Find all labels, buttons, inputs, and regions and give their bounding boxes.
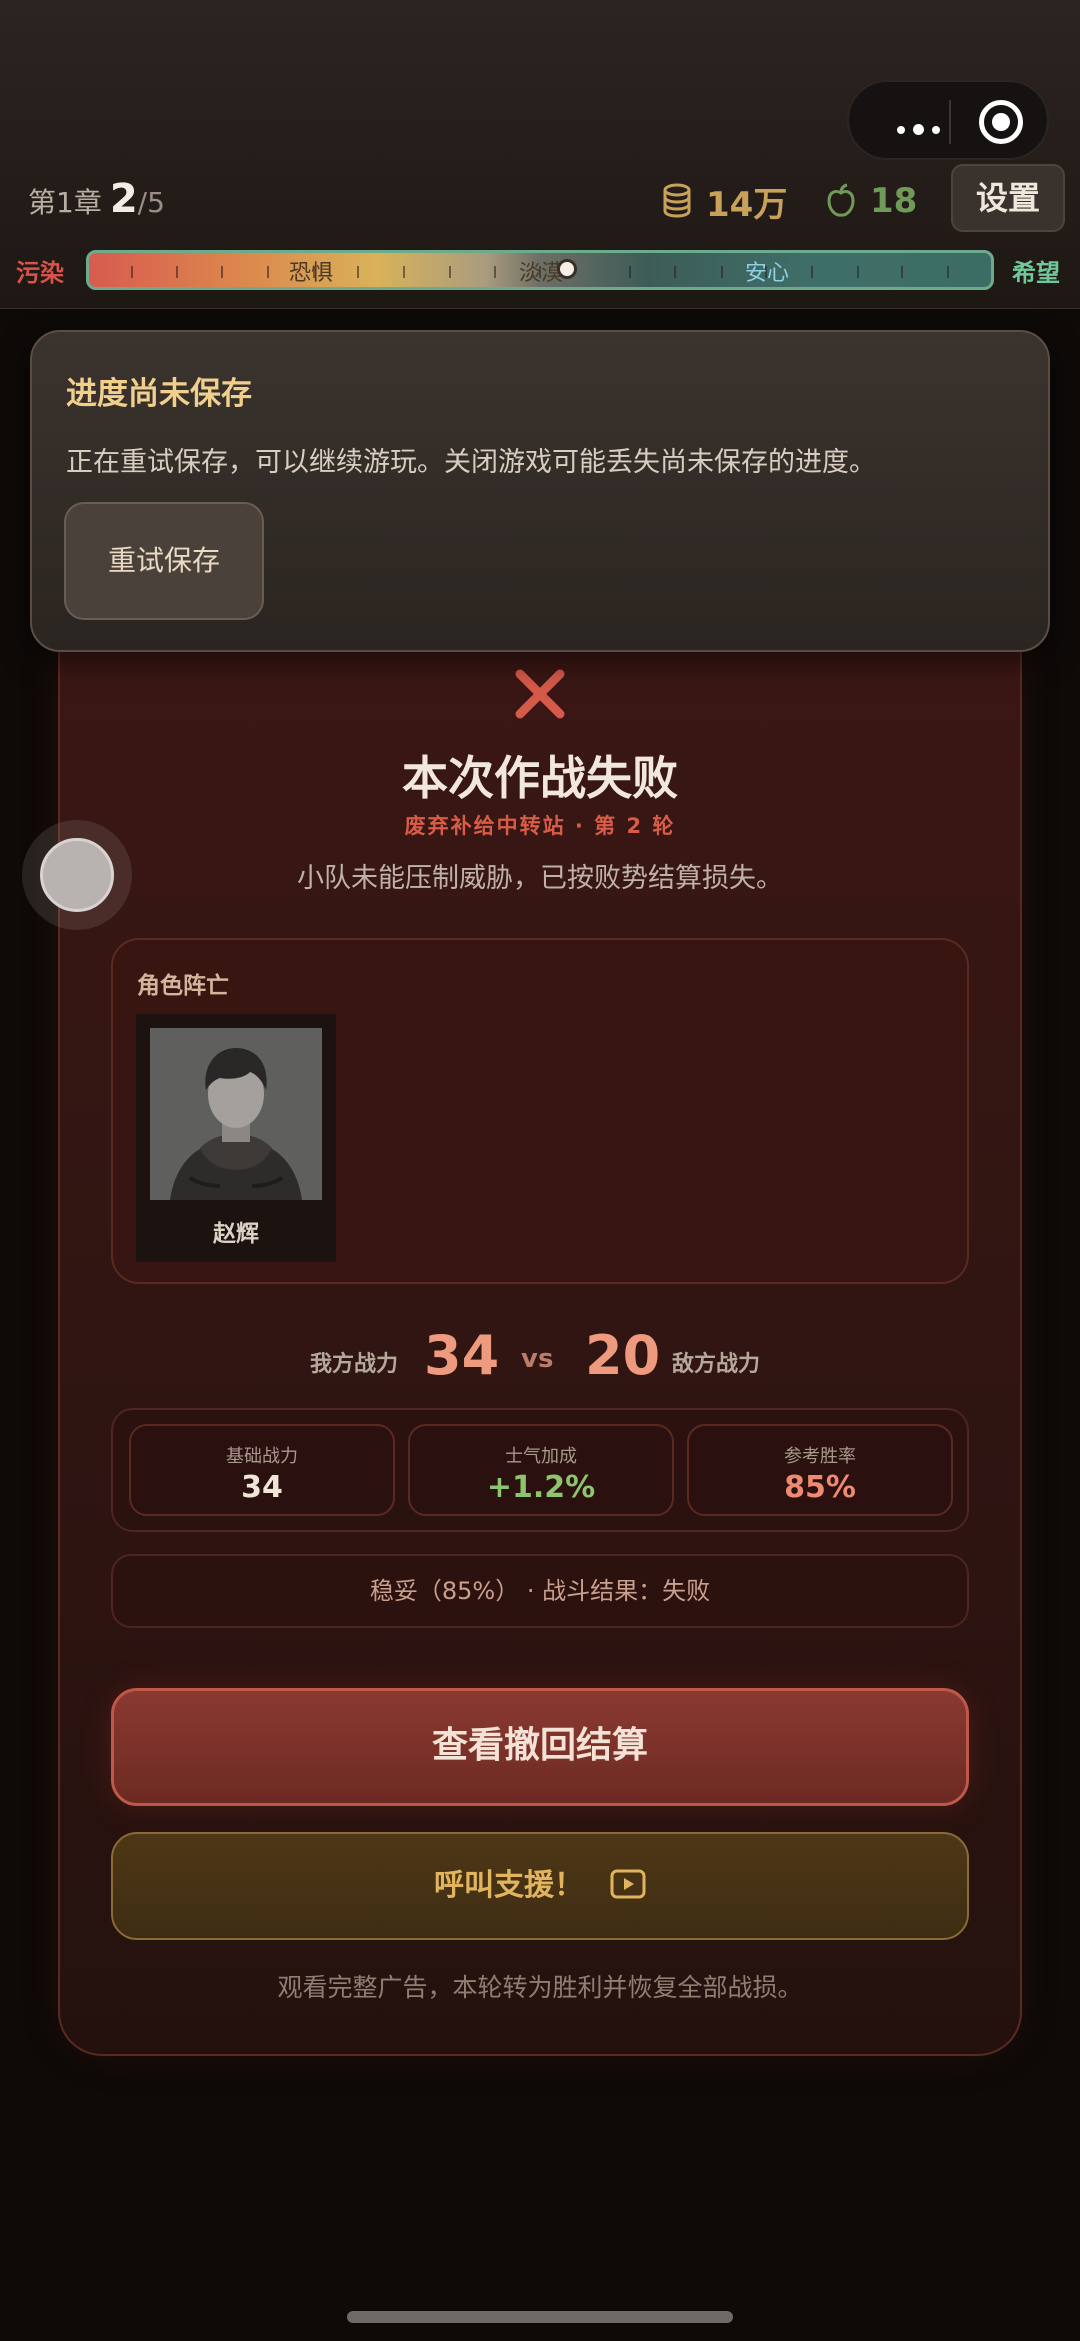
stat-morale-bonus: 士气加成 +1.2% (408, 1424, 674, 1516)
floating-assistive-button[interactable] (22, 820, 132, 930)
coin-amount: 14万 (706, 184, 788, 225)
fallen-character-card[interactable]: 赵辉 (136, 1014, 336, 1262)
close-miniapp-icon[interactable] (979, 100, 1023, 144)
stat-label: 基础战力 (226, 1446, 298, 1467)
fallen-section-label: 角色阵亡 (137, 973, 229, 999)
fallen-character-name: 赵辉 (213, 1221, 259, 1247)
my-power-value: 34 (424, 1324, 500, 1387)
stat-base-power: 基础战力 34 (129, 1424, 395, 1516)
home-indicator[interactable] (347, 2311, 733, 2323)
stage-total: /5 (137, 186, 165, 219)
toast-description: 正在重试保存，可以继续游玩。关闭游戏可能丢失尚未保存的进度。 (66, 447, 876, 478)
mood-meter: 恐惧 淡漠 安心 (86, 250, 994, 290)
miniapp-capsule (847, 80, 1049, 160)
fallen-characters-section: 角色阵亡 赵辉 (111, 938, 969, 1284)
coin-counter: 14万 (662, 176, 787, 226)
meter-right-label: 希望 (1012, 259, 1060, 287)
chapter-label: 第1章 (28, 186, 102, 219)
fail-x-icon (515, 669, 565, 719)
battle-stats: 基础战力 34 士气加成 +1.2% 参考胜率 85% (111, 1408, 969, 1532)
capsule-divider (949, 100, 951, 144)
character-portrait (150, 1028, 322, 1200)
enemy-power-value: 20 (585, 1324, 661, 1387)
view-retreat-settlement-button[interactable]: 查看撤回结算 (111, 1688, 969, 1806)
power-comparison: 我方战力 34 vs 20 敌方战力 (0, 1320, 1080, 1400)
apple-amount: 18 (870, 181, 918, 221)
battle-verdict: 稳妥（85%） · 战斗结果：失败 (111, 1554, 969, 1628)
stat-value: 34 (241, 1470, 283, 1505)
enemy-power-label: 敌方战力 (672, 1352, 761, 1377)
stage-current: 2 (109, 176, 138, 222)
result-subtitle: 废弃补给中转站 · 第 2 轮 (404, 814, 676, 838)
retry-save-button[interactable]: 重试保存 (64, 502, 264, 620)
call-support-button[interactable]: 呼叫支援！ (111, 1832, 969, 1940)
video-ad-icon (610, 1869, 646, 1898)
settings-button[interactable]: 设置 (951, 164, 1065, 232)
stat-label: 士气加成 (505, 1446, 577, 1467)
stat-label: 参考胜率 (784, 1446, 856, 1467)
apple-counter: 18 (826, 176, 917, 226)
result-title: 本次作战失败 (402, 751, 678, 805)
save-failed-toast: 进度尚未保存 正在重试保存，可以继续游玩。关闭游戏可能丢失尚未保存的进度。 重试… (30, 330, 1050, 652)
vs-label: vs (521, 1344, 554, 1374)
stat-value: 85% (784, 1470, 856, 1505)
meter-zone-calm: 安心 (745, 261, 790, 286)
top-bar: 第1章 2/5 14万 18 设置 污染 恐惧 淡漠 安心 希望 (0, 0, 1080, 309)
more-menu-icon[interactable] (897, 119, 948, 138)
meter-zone-fear: 恐惧 (289, 261, 334, 286)
coin-stack-icon (663, 183, 691, 218)
my-power-label: 我方战力 (310, 1352, 399, 1377)
meter-left-label: 污染 (16, 259, 64, 287)
stat-win-rate: 参考胜率 85% (687, 1424, 953, 1516)
toast-title: 进度尚未保存 (66, 376, 252, 412)
meter-indicator (557, 259, 578, 279)
stat-value: +1.2% (486, 1470, 596, 1505)
chapter-progress: 第1章 2/5 (28, 176, 165, 222)
apple-icon (827, 183, 855, 217)
result-description: 小队未能压制威胁，已按败势结算损失。 (297, 863, 783, 894)
call-support-label: 呼叫支援！ (434, 1868, 584, 1903)
ad-reward-note: 观看完整广告，本轮转为胜利并恢复全部战损。 (277, 1973, 803, 2002)
